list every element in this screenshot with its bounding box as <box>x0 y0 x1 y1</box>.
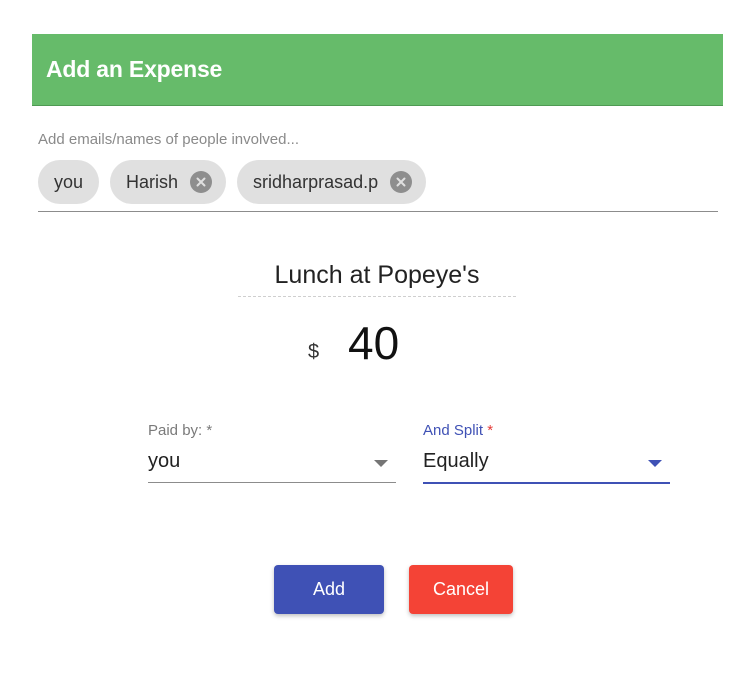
chip-you[interactable]: you <box>38 160 100 204</box>
people-input-placeholder: Add emails/names of people involved... <box>38 131 299 148</box>
description-input[interactable]: Lunch at Popeye's <box>238 258 516 297</box>
cancel-button[interactable]: Cancel <box>409 565 513 614</box>
dialog-header: Add an Expense <box>32 34 723 106</box>
required-mark: * <box>487 422 494 439</box>
dialog-title: Add an Expense <box>46 56 223 82</box>
paid-by-field[interactable]: you <box>148 442 396 483</box>
people-input-underline[interactable] <box>38 211 718 212</box>
dropdown-arrow-icon[interactable] <box>374 460 388 467</box>
split-field[interactable]: Equally <box>423 442 670 484</box>
cancel-circle-icon[interactable] <box>390 171 413 193</box>
chip-label: Harish <box>126 171 179 192</box>
add-expense-dialog: Add an Expense Add emails/names of peopl… <box>0 0 753 686</box>
dropdown-arrow-icon[interactable] <box>648 460 662 467</box>
cancel-circle-icon[interactable] <box>190 171 213 193</box>
chip-label: you <box>54 171 84 192</box>
amount-input[interactable]: 40 <box>348 316 399 370</box>
chip-label: sridharprasad.p <box>253 171 379 192</box>
paid-by-value: you <box>148 450 181 472</box>
add-button[interactable]: Add <box>274 565 384 614</box>
split-label-text: And Split <box>423 422 484 439</box>
paid-by-label-text: Paid by: <box>148 422 203 439</box>
paid-by-label: Paid by: * <box>148 422 396 442</box>
split-label: And Split * <box>423 422 670 442</box>
people-chip-list: you Harish sridharprasad.p <box>38 160 427 204</box>
split-value: Equally <box>423 450 489 472</box>
split-select[interactable]: And Split * Equally <box>423 422 670 484</box>
chip-harish[interactable]: Harish <box>110 160 227 204</box>
paid-by-select[interactable]: Paid by: * you <box>148 422 396 483</box>
chip-sridharprasad[interactable]: sridharprasad.p <box>237 160 427 204</box>
required-mark: * <box>206 422 213 439</box>
currency-symbol: $ <box>308 341 320 363</box>
